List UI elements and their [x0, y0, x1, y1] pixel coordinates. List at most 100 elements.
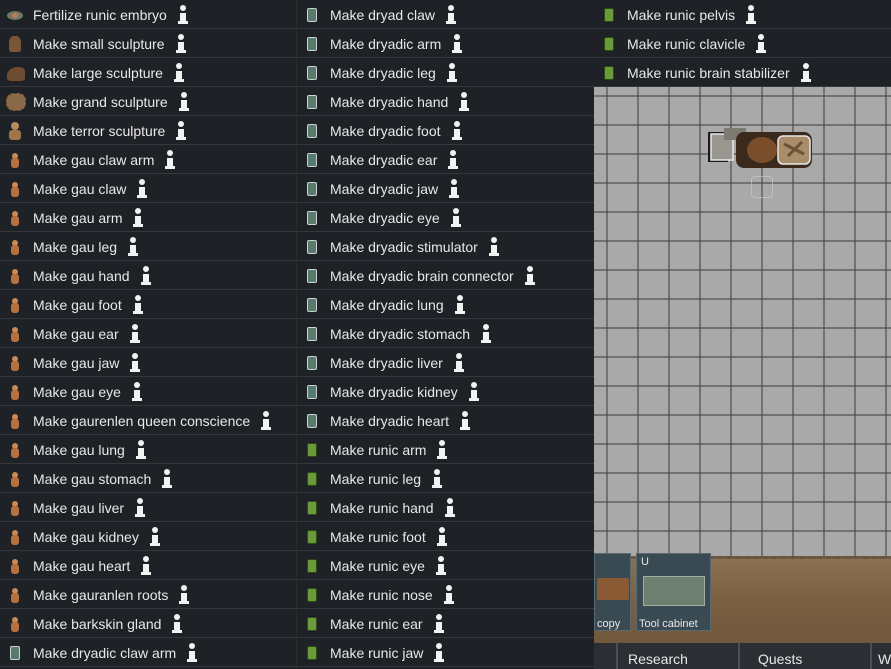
bill-option[interactable]: Make gau leg — [0, 233, 296, 261]
tab-partial-right[interactable]: W — [870, 643, 891, 669]
info-icon[interactable] — [433, 642, 445, 663]
bill-option[interactable]: Make gau claw arm — [0, 146, 296, 174]
info-icon[interactable] — [458, 91, 470, 112]
info-icon[interactable] — [140, 265, 151, 286]
info-icon[interactable] — [175, 33, 186, 54]
info-icon[interactable] — [448, 178, 460, 199]
info-icon[interactable] — [431, 468, 443, 489]
info-icon[interactable] — [140, 555, 152, 576]
bill-option[interactable]: Make runic leg — [297, 465, 594, 493]
bill-option[interactable]: Make runic nose — [297, 581, 594, 609]
info-icon[interactable] — [186, 642, 198, 663]
bill-option[interactable]: Make dryadic foot — [297, 117, 594, 145]
info-icon[interactable] — [468, 381, 479, 402]
info-icon[interactable] — [451, 120, 462, 141]
bill-option[interactable]: Make barkskin gland — [0, 610, 296, 638]
info-icon[interactable] — [135, 439, 146, 460]
bill-option[interactable]: Make dryadic stimulator — [297, 233, 594, 261]
info-icon[interactable] — [134, 497, 146, 518]
bill-option[interactable]: Make runic clavicle — [594, 30, 891, 58]
info-icon[interactable] — [451, 33, 463, 54]
info-icon[interactable] — [453, 352, 464, 373]
bill-option[interactable]: Make dryadic leg — [297, 59, 594, 87]
info-icon[interactable] — [178, 91, 189, 112]
info-icon[interactable] — [436, 439, 448, 460]
info-icon[interactable] — [127, 236, 139, 257]
bill-option[interactable]: Make runic brain stabilizer — [594, 59, 891, 87]
bill-option[interactable]: Make grand sculpture — [0, 88, 296, 116]
bill-option[interactable]: Make gaurenlen queen conscience — [0, 407, 296, 435]
info-icon[interactable] — [131, 381, 142, 402]
crafting-bench[interactable] — [708, 128, 814, 168]
bill-option[interactable]: Make runic foot — [297, 523, 594, 551]
info-icon[interactable] — [129, 323, 140, 344]
info-icon[interactable] — [459, 410, 471, 431]
architect-card-tool-cabinet[interactable]: U Tool cabinet — [636, 553, 711, 631]
info-icon[interactable] — [800, 62, 811, 83]
bill-option[interactable]: Make dryadic eye — [297, 204, 594, 232]
bill-option[interactable]: Make runic pelvis — [594, 1, 891, 29]
bill-option[interactable]: Make dryadic heart — [297, 407, 594, 435]
info-icon[interactable] — [132, 294, 143, 315]
info-icon[interactable] — [433, 613, 444, 634]
info-icon[interactable] — [177, 4, 188, 25]
info-icon[interactable] — [454, 294, 465, 315]
bill-option[interactable]: Make gau ear — [0, 320, 296, 348]
info-icon[interactable] — [435, 555, 446, 576]
info-icon[interactable] — [136, 178, 148, 199]
bill-option[interactable]: Make dryadic arm — [297, 30, 594, 58]
info-icon[interactable] — [178, 584, 190, 605]
bill-option[interactable]: Make gau jaw — [0, 349, 296, 377]
bill-option[interactable]: Make gau stomach — [0, 465, 296, 493]
bill-option[interactable]: Make dryad claw — [297, 1, 594, 29]
bill-option[interactable]: Make terror sculpture — [0, 117, 296, 145]
bill-option[interactable]: Make large sculpture — [0, 59, 296, 87]
info-icon[interactable] — [524, 265, 535, 286]
bill-option[interactable]: Make runic arm — [297, 436, 594, 464]
info-icon[interactable] — [149, 526, 160, 547]
bill-option[interactable]: Make gau liver — [0, 494, 296, 522]
info-icon[interactable] — [444, 497, 455, 518]
bill-option[interactable]: Make gau claw — [0, 175, 296, 203]
info-icon[interactable] — [260, 410, 272, 431]
info-icon[interactable] — [129, 352, 141, 373]
info-icon[interactable] — [443, 584, 454, 605]
bill-option[interactable]: Make gau kidney — [0, 523, 296, 551]
tab-research[interactable]: Research — [616, 643, 738, 669]
info-icon[interactable] — [132, 207, 144, 228]
bill-option[interactable]: Make runic hand — [297, 494, 594, 522]
bill-option[interactable]: Make gau foot — [0, 291, 296, 319]
bill-option[interactable]: Make gauranlen roots — [0, 581, 296, 609]
info-icon[interactable] — [446, 62, 457, 83]
bill-option[interactable]: Make dryadic claw arm — [0, 639, 296, 667]
bill-option[interactable]: Make gau arm — [0, 204, 296, 232]
info-icon[interactable] — [755, 33, 767, 54]
bill-option[interactable]: Make gau heart — [0, 552, 296, 580]
info-icon[interactable] — [480, 323, 492, 344]
bill-option[interactable]: Make dryadic hand — [297, 88, 594, 116]
info-icon[interactable] — [436, 526, 447, 547]
info-icon[interactable] — [175, 120, 187, 141]
tab-partial-left[interactable] — [594, 643, 616, 669]
bill-option[interactable]: Make gau lung — [0, 436, 296, 464]
bill-option[interactable]: Make dryadic lung — [297, 291, 594, 319]
bill-option[interactable]: Make gau eye — [0, 378, 296, 406]
info-icon[interactable] — [171, 613, 183, 634]
bill-option[interactable]: Make dryadic brain connector — [297, 262, 594, 290]
info-icon[interactable] — [745, 4, 757, 25]
tab-quests[interactable]: Quests — [738, 643, 870, 669]
bill-option[interactable]: Make runic ear — [297, 610, 594, 638]
bill-option[interactable]: Make dryadic jaw — [297, 175, 594, 203]
bill-option[interactable]: Make runic eye — [297, 552, 594, 580]
bill-option[interactable]: Make runic jaw — [297, 639, 594, 667]
info-icon[interactable] — [445, 4, 457, 25]
info-icon[interactable] — [161, 468, 173, 489]
bill-option[interactable]: Make dryadic ear — [297, 146, 594, 174]
info-icon[interactable] — [164, 149, 176, 170]
bill-option[interactable]: Fertilize runic embryo — [0, 1, 296, 29]
bill-option[interactable]: Make small sculpture — [0, 30, 296, 58]
info-icon[interactable] — [488, 236, 499, 257]
bill-option[interactable]: Make dryadic liver — [297, 349, 594, 377]
info-icon[interactable] — [450, 207, 461, 228]
info-icon[interactable] — [447, 149, 459, 170]
